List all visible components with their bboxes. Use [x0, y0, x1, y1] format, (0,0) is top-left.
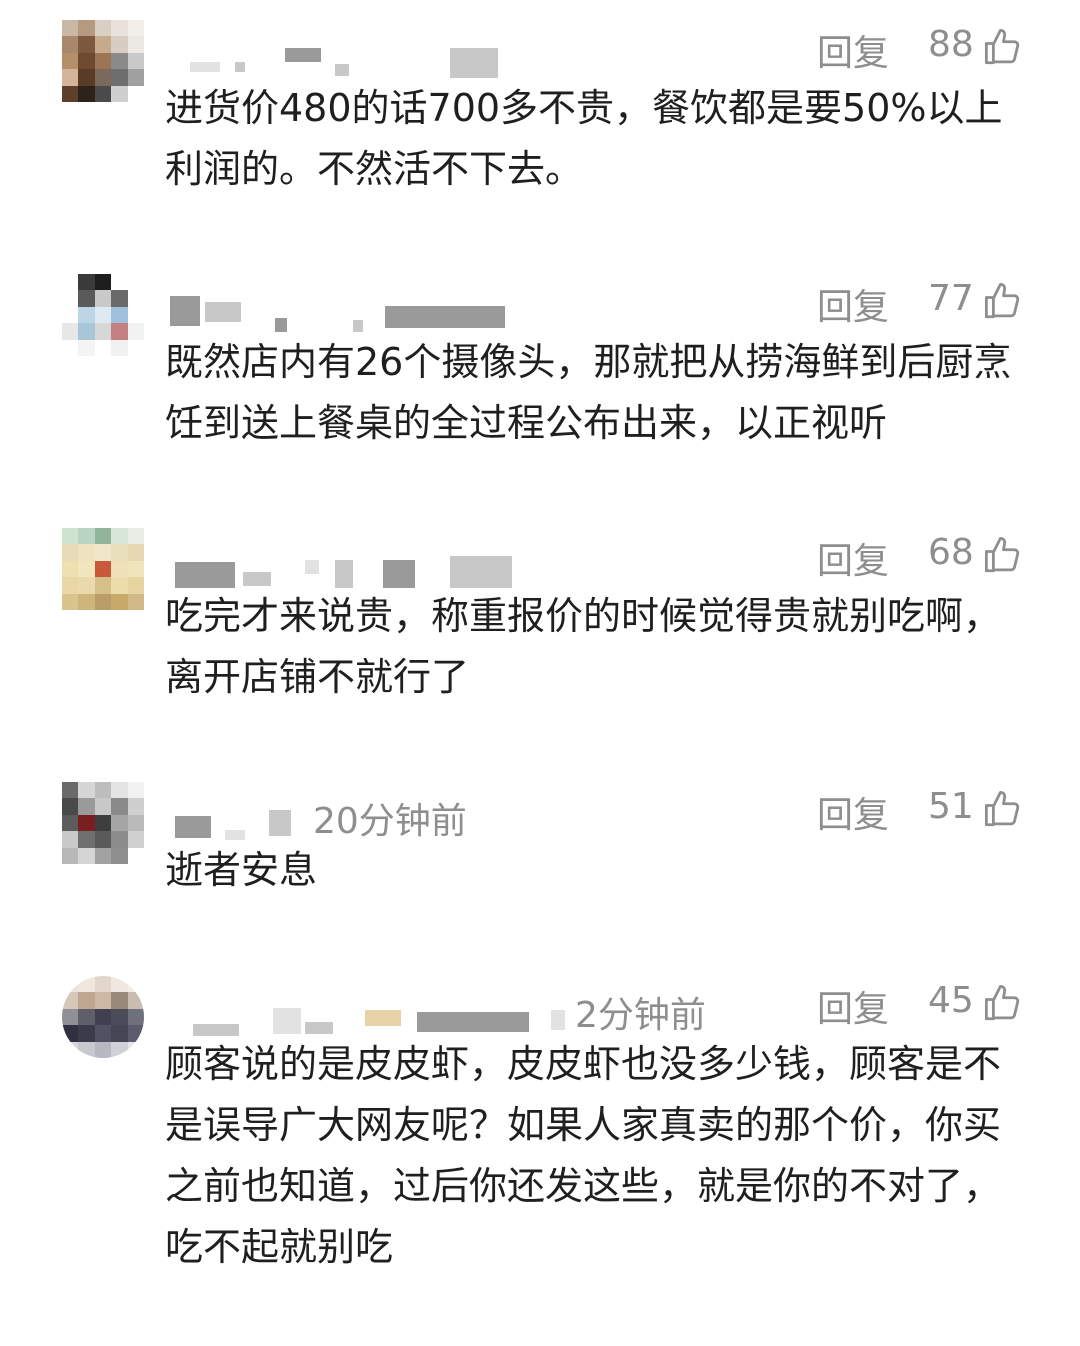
- avatar[interactable]: [62, 782, 144, 864]
- like-count[interactable]: 88: [928, 24, 974, 65]
- thumbs-up-icon[interactable]: [982, 982, 1024, 1024]
- reply-button[interactable]: 回复: [817, 532, 889, 584]
- thumbs-up-icon[interactable]: [982, 788, 1024, 830]
- comment-item: 2分钟前 回复 45 顾客说的是皮皮虾，皮皮虾也没多少钱，顾客是不是误导广大网友…: [0, 976, 1080, 1296]
- avatar[interactable]: [62, 528, 144, 610]
- like-count[interactable]: 51: [928, 786, 974, 827]
- avatar[interactable]: [62, 274, 144, 356]
- avatar[interactable]: [62, 20, 144, 102]
- thumbs-up-icon[interactable]: [982, 534, 1024, 576]
- reply-button[interactable]: 回复: [817, 980, 889, 1032]
- like-count[interactable]: 45: [928, 980, 974, 1021]
- comment-text: 既然店内有26个摄像头，那就把从捞海鲜到后厨烹饪到送上餐桌的全过程公布出来，以正…: [165, 340, 1012, 445]
- like-count[interactable]: 77: [928, 278, 974, 319]
- avatar[interactable]: [62, 976, 144, 1058]
- like-count[interactable]: 68: [928, 532, 974, 573]
- username-redacted[interactable]: [165, 34, 785, 78]
- username-redacted[interactable]: 2分钟前: [165, 990, 785, 1036]
- comment-text: 吃完才来说贵，称重报价的时候觉得贵就别吃啊，离开店铺不就行了: [165, 594, 1002, 699]
- reply-button[interactable]: 回复: [817, 786, 889, 838]
- comment-item: 回复 68 吃完才来说贵，称重报价的时候觉得贵就别吃啊，离开店铺不就行了: [0, 528, 1080, 728]
- reply-button[interactable]: 回复: [817, 24, 889, 76]
- username-redacted[interactable]: [165, 288, 785, 332]
- thumbs-up-icon[interactable]: [982, 26, 1024, 68]
- comment-item: 回复 77 既然店内有26个摄像头，那就把从捞海鲜到后厨烹饪到送上餐桌的全过程公…: [0, 274, 1080, 474]
- thumbs-up-icon[interactable]: [982, 280, 1024, 322]
- reply-button[interactable]: 回复: [817, 278, 889, 330]
- comment-text: 逝者安息: [165, 848, 318, 892]
- comment-time: 2分钟前: [575, 995, 706, 1036]
- comment-text: 进货价480的话700多不贵，餐饮都是要50%以上利润的。不然活不下去。: [165, 86, 1003, 191]
- username-redacted[interactable]: [165, 542, 785, 588]
- comment-text: 顾客说的是皮皮虾，皮皮虾也没多少钱，顾客是不是误导广大网友呢？如果人家真卖的那个…: [165, 1042, 1002, 1269]
- comment-item: 回复 88 进货价480的话700多不贵，餐饮都是要50%以上利润的。不然活不下…: [0, 20, 1080, 220]
- username-redacted[interactable]: 20分钟前: [165, 796, 785, 842]
- comment-time: 20分钟前: [313, 801, 467, 842]
- comment-item: 20分钟前 回复 51 逝者安息: [0, 782, 1080, 922]
